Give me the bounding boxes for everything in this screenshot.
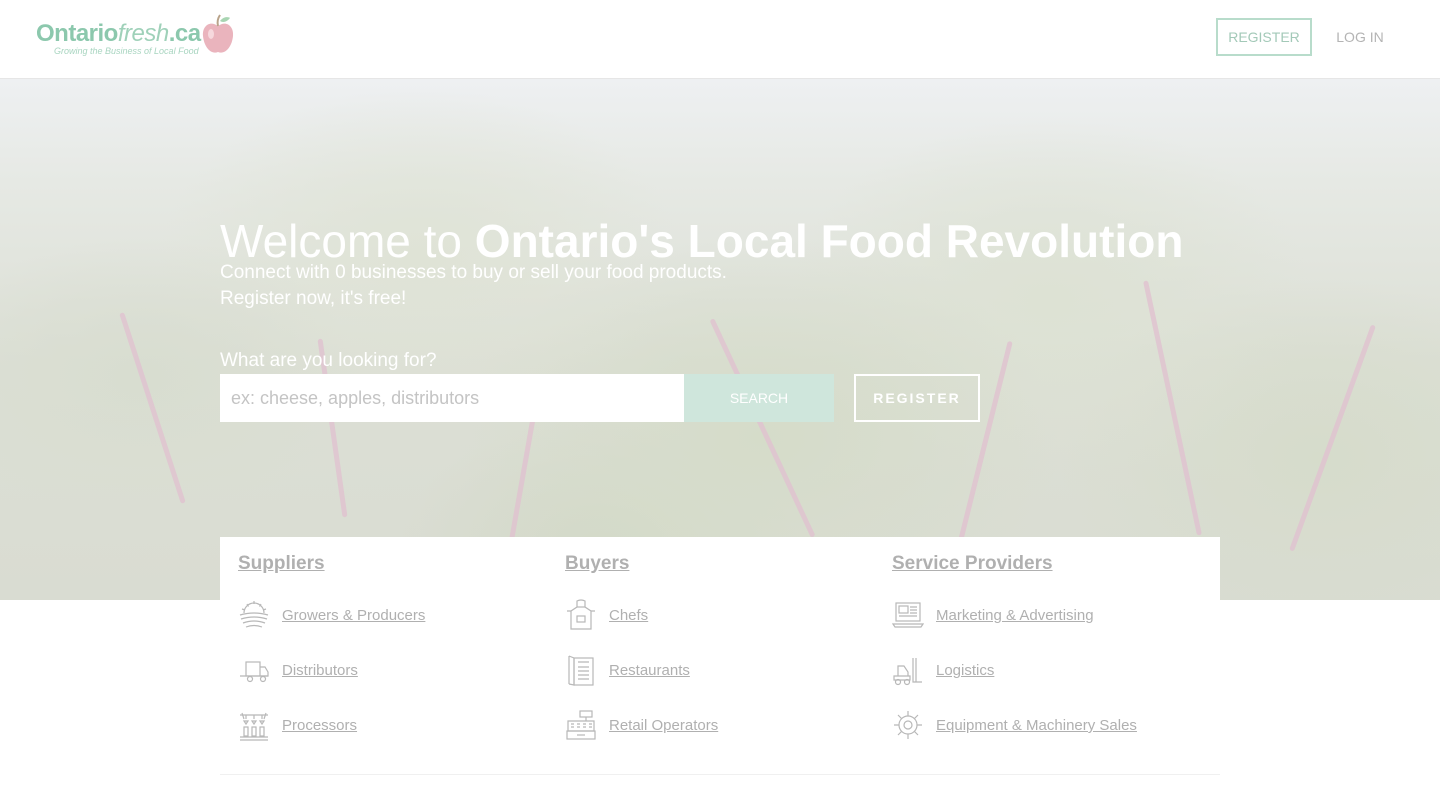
gear-icon [894,711,922,739]
decorative-stem [119,312,186,504]
category-item-logistics[interactable]: Logistics [892,654,1192,688]
decorative-stem [709,318,816,538]
processing-line-icon [240,712,268,741]
logo-tagline: Growing the Business of Local Food [54,46,199,56]
hero-cta-text: Register now, it's free! [220,288,407,309]
category-label: Logistics [936,662,995,679]
category-label: Equipment & Machinery Sales [936,717,1137,734]
category-item-restaurants[interactable]: Restaurants [565,654,865,688]
search-button[interactable]: SEARCH [684,374,834,422]
category-item-equipment[interactable]: Equipment & Machinery Sales [892,709,1192,743]
search-prompt: What are you looking for? [220,350,437,371]
hero-register-button[interactable]: REGISTER [854,374,980,422]
apron-icon [567,599,595,630]
header-login-link[interactable]: LOG IN [1322,18,1398,56]
category-label: Processors [282,717,358,734]
menu-icon [568,655,594,686]
suppliers-title-link[interactable]: Suppliers [238,553,325,575]
category-item-distributors[interactable]: Distributors [238,654,538,688]
truck-icon [240,661,269,683]
service-providers-title-link[interactable]: Service Providers [892,553,1053,575]
apple-icon [202,14,234,53]
cash-register-icon [566,710,596,740]
buyers-title-link[interactable]: Buyers [565,553,629,575]
category-label: Marketing & Advertising [936,607,1094,624]
decorative-stem [1289,324,1376,552]
category-item-chefs[interactable]: Chefs [565,599,865,633]
category-label: Growers & Producers [282,607,426,624]
laptop-ad-icon [892,602,924,628]
category-label: Chefs [609,607,649,624]
search-input[interactable] [220,374,684,422]
site-header: Ontariofresh.ca Growing the Business of … [0,0,1440,79]
header-register-button[interactable]: REGISTER [1216,18,1312,56]
category-item-growers[interactable]: Growers & Producers [238,599,538,633]
category-label: Retail Operators [609,717,719,734]
decorative-stem [1143,280,1202,536]
categories-panel: Suppliers Growers & Producers Distributo… [220,537,1220,775]
logo-wordmark: Ontariofresh.ca [36,20,201,47]
category-item-retail[interactable]: Retail Operators [565,709,865,743]
hero-banner: Welcome to Ontario's Local Food Revoluti… [0,78,1440,600]
category-item-marketing[interactable]: Marketing & Advertising [892,599,1192,633]
forklift-icon [893,658,922,686]
hero-subtitle: Connect with 0 businesses to buy or sell… [220,262,727,283]
category-label: Restaurants [609,662,690,679]
category-item-processors[interactable]: Processors [238,709,538,743]
category-label: Distributors [282,662,358,679]
hero-title: Welcome to Ontario's Local Food Revoluti… [220,215,1184,267]
field-sun-icon [239,601,269,628]
site-logo[interactable]: Ontariofresh.ca Growing the Business of … [36,14,236,58]
